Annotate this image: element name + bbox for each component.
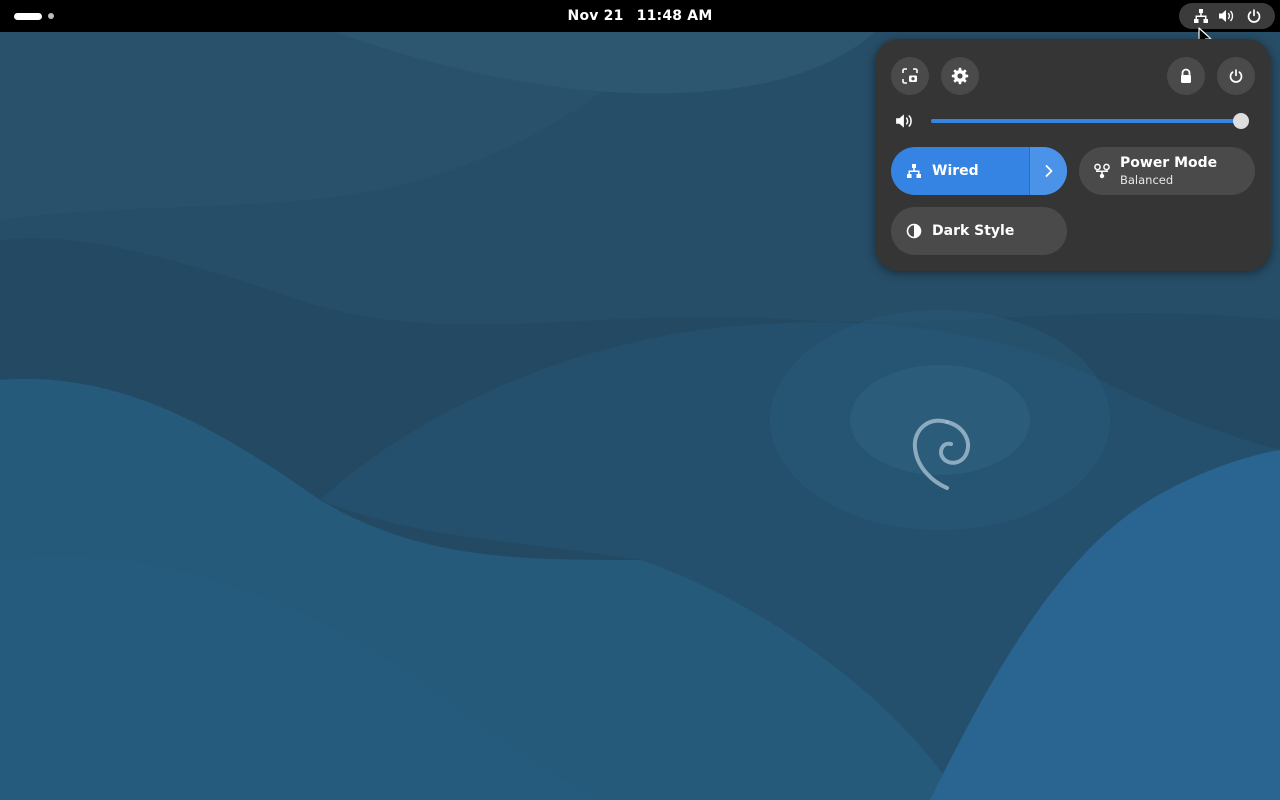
dark-style-toggle[interactable]: Dark Style	[891, 207, 1067, 255]
clock-time: 11:48 AM	[636, 8, 713, 24]
power-mode-label: Power Mode	[1120, 154, 1218, 171]
screenshot-icon	[902, 68, 918, 84]
power-mode-text: Power Mode Balanced	[1120, 155, 1217, 188]
dark-style-label: Dark Style	[932, 223, 1015, 239]
wired-network-toggle[interactable]: Wired	[891, 147, 1067, 195]
volume-icon	[1219, 10, 1234, 22]
top-bar: Nov 21 11:48 AM	[0, 0, 1280, 32]
chevron-right-icon	[1045, 165, 1052, 177]
dark-style-icon	[904, 221, 924, 241]
power-icon	[1247, 9, 1260, 23]
clock-date: Nov 21	[567, 8, 624, 24]
network-wired-icon	[904, 161, 924, 181]
wired-menu-expander[interactable]	[1029, 147, 1067, 195]
volume-icon[interactable]	[895, 112, 915, 130]
volume-slider-handle[interactable]	[1233, 113, 1249, 129]
desktop: Nov 21 11:48 AM Wired Power Mode Balance…	[0, 0, 1280, 800]
lock-button[interactable]	[1167, 57, 1205, 95]
power-off-button[interactable]	[1217, 57, 1255, 95]
volume-slider[interactable]	[931, 111, 1253, 131]
activities-button[interactable]	[10, 8, 62, 24]
quick-settings-menu: Wired Power Mode Balanced Dark Style	[875, 39, 1271, 271]
settings-button[interactable]	[941, 57, 979, 95]
debian-logo	[912, 418, 970, 490]
system-status-area[interactable]	[1179, 3, 1275, 29]
wired-toggle-label: Wired	[932, 163, 979, 179]
power-icon	[1229, 69, 1243, 83]
clock[interactable]: Nov 21 11:48 AM	[540, 0, 740, 32]
wired-toggle-main[interactable]: Wired	[891, 147, 1029, 195]
workspace-indicator-active	[14, 12, 42, 20]
workspace-indicator	[48, 13, 54, 19]
gear-icon	[951, 67, 969, 85]
power-mode-toggle[interactable]: Power Mode Balanced	[1079, 147, 1255, 195]
power-profile-icon	[1092, 161, 1112, 181]
screenshot-button[interactable]	[891, 57, 929, 95]
volume-slider-fill	[931, 119, 1241, 123]
network-wired-icon	[1193, 9, 1208, 23]
lock-icon	[1181, 68, 1191, 83]
power-mode-value: Balanced	[1120, 172, 1174, 187]
